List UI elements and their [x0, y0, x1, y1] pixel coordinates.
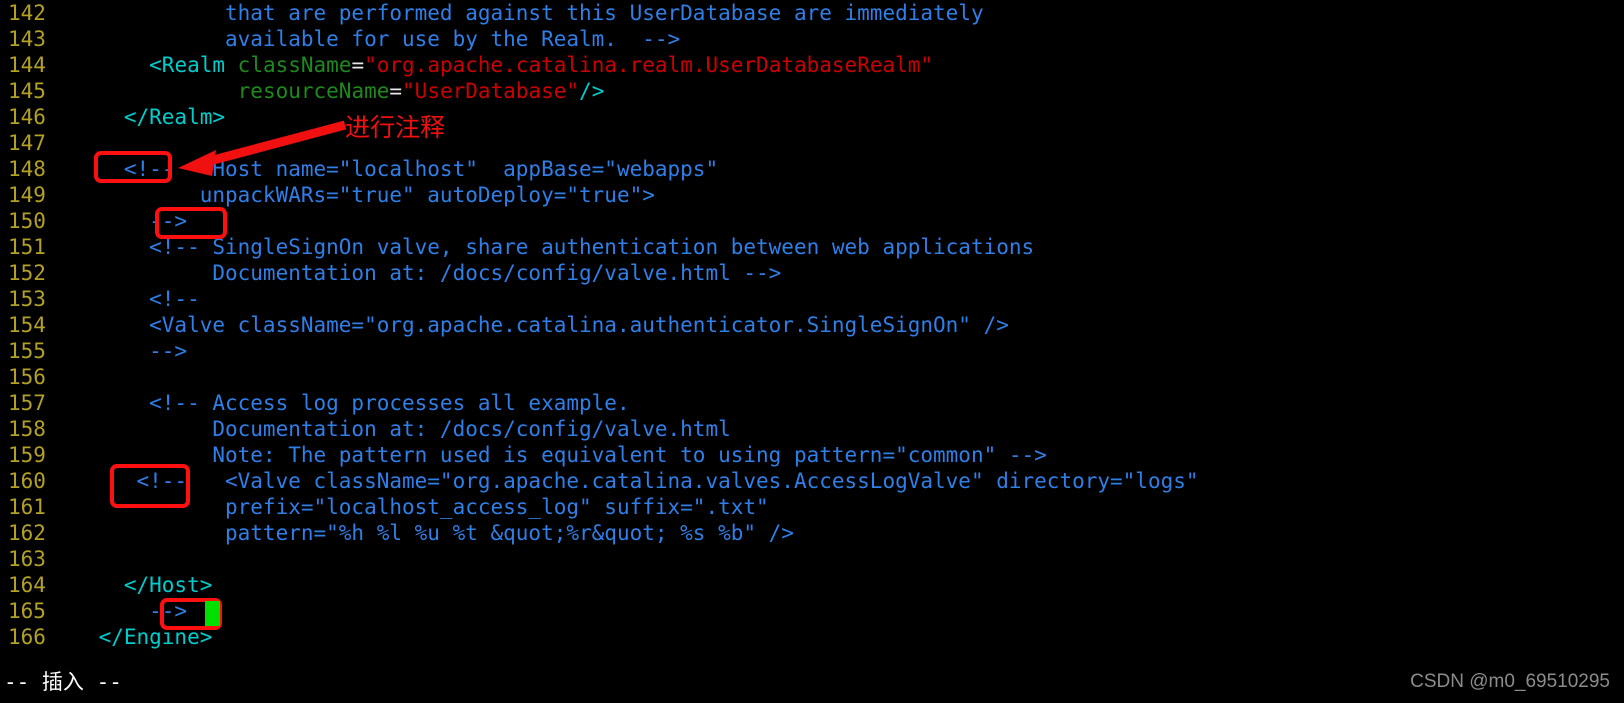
- editor-line[interactable]: 142 that are performed against this User…: [0, 0, 1624, 26]
- code-token-cmt: unpackWARs="true" autoDeploy="true">: [48, 183, 655, 207]
- code-token-tag: </Host>: [48, 573, 213, 597]
- editor-line[interactable]: 153 <!--: [0, 286, 1624, 312]
- editor-line[interactable]: 154 <Valve className="org.apache.catalin…: [0, 312, 1624, 338]
- line-number: 145: [8, 79, 46, 103]
- editor-line[interactable]: 165 -->: [0, 598, 1624, 624]
- line-content: <Valve className="org.apache.catalina.au…: [48, 313, 1009, 337]
- terminal-screen: 142 that are performed against this User…: [0, 0, 1624, 703]
- line-content: <Realm className="org.apache.catalina.re…: [48, 53, 933, 77]
- highlight-comment-open-line-160: [110, 464, 190, 508]
- highlight-comment-close-line-150: [155, 207, 227, 239]
- line-number: 163: [8, 547, 46, 571]
- code-token-attr: className: [237, 53, 352, 77]
- code-token-punct: =: [389, 79, 403, 103]
- editor-line[interactable]: 152 Documentation at: /docs/config/valve…: [0, 260, 1624, 286]
- line-number: 153: [8, 287, 46, 311]
- line-content: that are performed against this UserData…: [48, 1, 984, 25]
- editor-line[interactable]: 156: [0, 364, 1624, 390]
- code-token-cmt: pattern="%h %l %u %t &quot;%r&quot; %s %…: [48, 521, 794, 545]
- editor-buffer[interactable]: 142 that are performed against this User…: [0, 0, 1624, 650]
- line-number: 148: [8, 157, 46, 181]
- editor-line[interactable]: 161 prefix="localhost_access_log" suffix…: [0, 494, 1624, 520]
- code-token-cmt: <!-- <Valve className="org.apache.catali…: [48, 469, 1199, 493]
- line-number: 149: [8, 183, 46, 207]
- line-content: </Host>: [48, 573, 213, 597]
- editor-line[interactable]: 160 <!-- <Valve className="org.apache.ca…: [0, 468, 1624, 494]
- line-content: Documentation at: /docs/config/valve.htm…: [48, 261, 781, 285]
- code-token-tag: <Realm: [149, 53, 238, 77]
- code-token-cmt: that are performed against this UserData…: [48, 1, 984, 25]
- code-token-punct: [48, 79, 238, 103]
- editor-line[interactable]: 144 <Realm className="org.apache.catalin…: [0, 52, 1624, 78]
- line-content: Documentation at: /docs/config/valve.htm…: [48, 417, 731, 441]
- line-content: <!-- <Valve className="org.apache.catali…: [48, 469, 1199, 493]
- code-token-tag: </Realm>: [48, 105, 226, 129]
- line-content: available for use by the Realm. -->: [48, 27, 680, 51]
- code-token-str: "org.apache.catalina.realm.UserDatabaseR…: [364, 53, 934, 77]
- line-content: </Realm>: [48, 105, 225, 129]
- line-number: 158: [8, 417, 46, 441]
- editor-line[interactable]: 158 Documentation at: /docs/config/valve…: [0, 416, 1624, 442]
- line-number: 147: [8, 131, 46, 155]
- code-token-attr: resourceName: [237, 79, 390, 103]
- text-cursor: [205, 601, 220, 626]
- line-content: <!-- Access log processes all example.: [48, 391, 630, 415]
- line-number: 144: [8, 53, 46, 77]
- code-token-punct: =: [351, 53, 365, 77]
- line-number: 157: [8, 391, 46, 415]
- code-token-cmt: Note: The pattern used is equivalent to …: [48, 443, 1047, 467]
- line-number: 146: [8, 105, 46, 129]
- code-token-str: "UserDatabase": [402, 79, 580, 103]
- code-token-cmt: Documentation at: /docs/config/valve.htm…: [48, 417, 731, 441]
- line-number: 160: [8, 469, 46, 493]
- editor-line[interactable]: 147: [0, 130, 1624, 156]
- highlight-comment-open-line-148: [94, 151, 172, 183]
- code-token-cmt: Documentation at: /docs/config/valve.htm…: [48, 261, 782, 285]
- editor-line[interactable]: 166 </Engine>: [0, 624, 1624, 650]
- line-content: <!--: [48, 287, 200, 311]
- editor-line[interactable]: 162 pattern="%h %l %u %t &quot;%r&quot; …: [0, 520, 1624, 546]
- line-number: 151: [8, 235, 46, 259]
- line-number: 152: [8, 261, 46, 285]
- editor-line[interactable]: 155 -->: [0, 338, 1624, 364]
- line-number: 154: [8, 313, 46, 337]
- line-number: 142: [8, 1, 46, 25]
- line-content: -->: [48, 339, 187, 363]
- vim-status-line: -- 插入 --: [4, 670, 122, 694]
- code-token-tag: />: [579, 79, 605, 103]
- line-number: 155: [8, 339, 46, 363]
- line-number: 156: [8, 365, 46, 389]
- line-content: resourceName="UserDatabase"/>: [48, 79, 605, 103]
- line-content: Note: The pattern used is equivalent to …: [48, 443, 1047, 467]
- line-number: 150: [8, 209, 46, 233]
- editor-line[interactable]: 143 available for use by the Realm. -->: [0, 26, 1624, 52]
- code-token-cmt: <!-- Access log processes all example.: [48, 391, 630, 415]
- code-token-cmt: <!--: [48, 287, 200, 311]
- code-token-cmt: <Valve className="org.apache.catalina.au…: [48, 313, 1009, 337]
- editor-line[interactable]: 164 </Host>: [0, 572, 1624, 598]
- line-number: 162: [8, 521, 46, 545]
- line-number: 159: [8, 443, 46, 467]
- editor-line[interactable]: 151 <!-- SingleSignOn valve, share authe…: [0, 234, 1624, 260]
- line-number: 143: [8, 27, 46, 51]
- line-number: 164: [8, 573, 46, 597]
- editor-line[interactable]: 146 </Realm>: [0, 104, 1624, 130]
- editor-line[interactable]: 157 <!-- Access log processes all exampl…: [0, 390, 1624, 416]
- line-content: pattern="%h %l %u %t &quot;%r&quot; %s %…: [48, 521, 794, 545]
- editor-line[interactable]: 159 Note: The pattern used is equivalent…: [0, 442, 1624, 468]
- line-number: 161: [8, 495, 46, 519]
- line-content: unpackWARs="true" autoDeploy="true">: [48, 183, 655, 207]
- line-number: 165: [8, 599, 46, 623]
- code-token-cmt: -->: [48, 339, 188, 363]
- editor-line[interactable]: 149 unpackWARs="true" autoDeploy="true">: [0, 182, 1624, 208]
- csdn-watermark: CSDN @m0_69510295: [1410, 671, 1610, 692]
- editor-line[interactable]: 150 -->: [0, 208, 1624, 234]
- annotation-label: 进行注释: [345, 113, 446, 142]
- code-token-cmt: available for use by the Realm. -->: [48, 27, 681, 51]
- editor-line[interactable]: 148 <!-- <Host name="localhost" appBase=…: [0, 156, 1624, 182]
- editor-line[interactable]: 163: [0, 546, 1624, 572]
- line-number: 166: [8, 625, 46, 649]
- code-token-punct: [48, 53, 149, 77]
- editor-line[interactable]: 145 resourceName="UserDatabase"/>: [0, 78, 1624, 104]
